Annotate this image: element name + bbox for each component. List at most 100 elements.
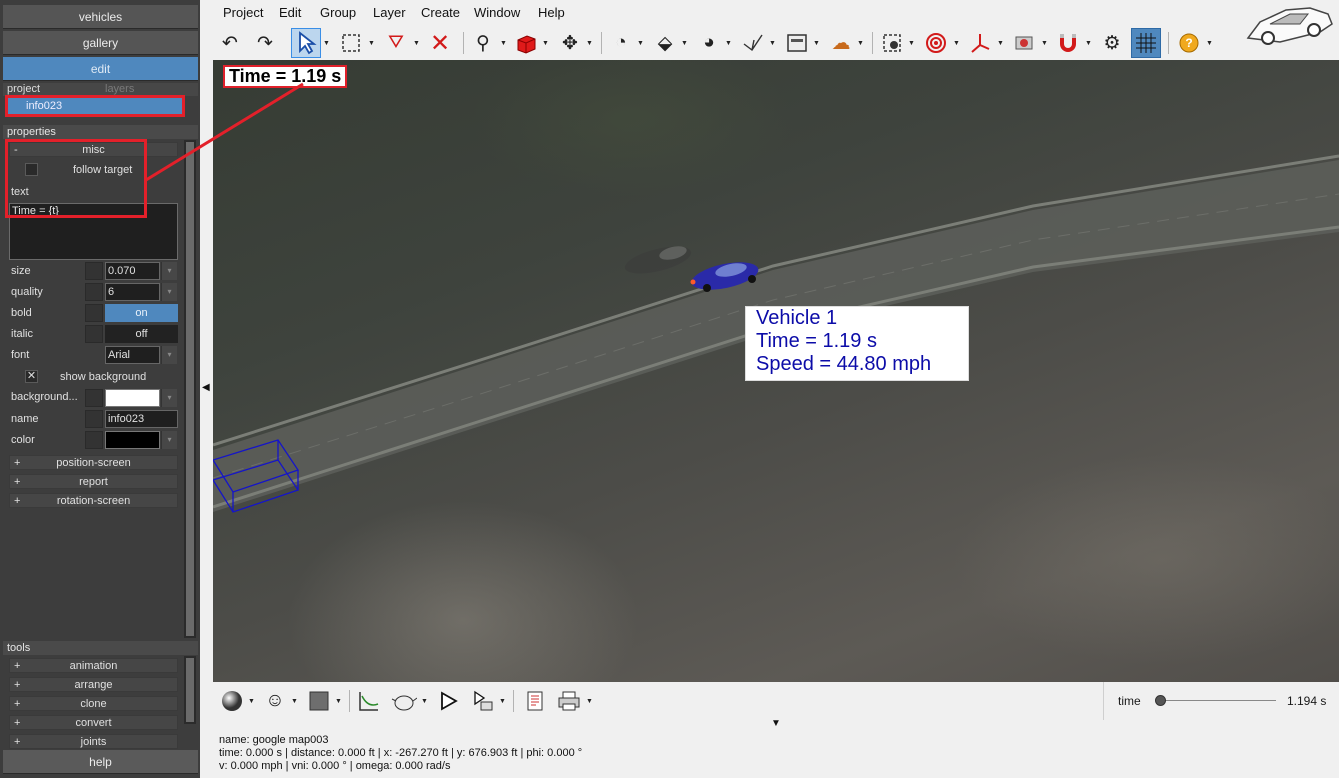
tools-scrollbar[interactable] — [184, 656, 196, 724]
menu-project[interactable]: Project — [223, 5, 263, 20]
teapot-dropdown-icon[interactable]: ▼ — [421, 698, 428, 705]
head-icon[interactable]: ☺ — [260, 686, 290, 716]
size-input[interactable]: 0.070 — [105, 262, 160, 280]
settings-icon[interactable]: ⚙ — [1097, 28, 1127, 58]
nav-gallery-button[interactable]: gallery — [3, 31, 198, 55]
polygon-dropdown-icon[interactable]: ▼ — [769, 40, 776, 47]
section-report[interactable]: + report — [9, 474, 178, 489]
print-dropdown-icon[interactable]: ▼ — [586, 698, 593, 705]
filter-select-icon[interactable]: ⛛ — [381, 28, 411, 58]
axis-dropdown-icon[interactable]: ▼ — [997, 40, 1004, 47]
show-background-checkbox[interactable]: ✕ — [25, 370, 38, 383]
background-side-button[interactable] — [85, 389, 103, 407]
name-side-button[interactable] — [85, 410, 103, 428]
quality-spin[interactable]: ▾ — [161, 283, 177, 301]
nav-edit-button[interactable]: edit — [3, 57, 198, 81]
graph-icon[interactable] — [354, 686, 384, 716]
nav-vehicles-button[interactable]: vehicles — [3, 5, 198, 29]
target-icon[interactable] — [921, 28, 951, 58]
tool-clone[interactable]: + clone — [9, 696, 178, 711]
tool-joints[interactable]: + joints — [9, 734, 178, 749]
undo-icon[interactable]: ↶ — [215, 28, 245, 58]
rect-select-icon[interactable] — [336, 28, 366, 58]
filter-dropdown-icon[interactable]: ▼ — [413, 40, 420, 47]
menu-help[interactable]: Help — [538, 5, 565, 20]
render-dropdown-icon[interactable]: ▼ — [1041, 40, 1048, 47]
tool-arrange[interactable]: + arrange — [9, 677, 178, 692]
italic-toggle[interactable]: off — [105, 325, 178, 343]
move-icon[interactable]: ✥ — [555, 28, 585, 58]
cube-dropdown-icon[interactable]: ▼ — [542, 40, 549, 47]
menu-create[interactable]: Create — [421, 5, 460, 20]
play-icon[interactable] — [433, 686, 463, 716]
tool-convert[interactable]: + convert — [9, 715, 178, 730]
name-input[interactable]: info023 — [105, 410, 178, 428]
grid-icon[interactable] — [1131, 28, 1161, 58]
camera-target-icon[interactable] — [877, 28, 907, 58]
section-position-screen[interactable]: + position-screen — [9, 455, 178, 470]
select-dropdown-icon[interactable]: ▼ — [323, 40, 330, 47]
tool-animation[interactable]: + animation — [9, 658, 178, 673]
target-dropdown-icon[interactable]: ▼ — [953, 40, 960, 47]
zoom-icon[interactable]: ⚲ — [468, 28, 498, 58]
color-box-icon[interactable] — [304, 686, 334, 716]
polygon-icon[interactable] — [738, 28, 768, 58]
print-icon[interactable] — [554, 686, 584, 716]
magnet-dropdown-icon[interactable]: ▼ — [1085, 40, 1092, 47]
color-dropdown[interactable]: ▾ — [161, 431, 177, 449]
font-dropdown[interactable]: ▾ — [161, 346, 177, 364]
help-button[interactable]: help — [3, 750, 198, 774]
select-arrow-icon[interactable] — [291, 28, 321, 58]
time-overlay-label[interactable]: Time = 1.19 s — [223, 65, 348, 88]
cube-icon[interactable] — [511, 28, 541, 58]
menu-layer[interactable]: Layer — [373, 5, 406, 20]
color-side-button[interactable] — [85, 431, 103, 449]
menu-edit[interactable]: Edit — [279, 5, 301, 20]
sequence-icon[interactable] — [468, 686, 498, 716]
report-icon[interactable] — [520, 686, 550, 716]
menu-group[interactable]: Group — [320, 5, 356, 20]
splat-dropdown-icon[interactable]: ▼ — [857, 40, 864, 47]
camera-target-dropdown-icon[interactable]: ▼ — [908, 40, 915, 47]
head-dropdown-icon[interactable]: ▼ — [291, 698, 298, 705]
color-box-dropdown-icon[interactable]: ▼ — [335, 698, 342, 705]
panel-collapse-arrow-icon[interactable]: ◀ — [202, 382, 210, 393]
rect-select-dropdown-icon[interactable]: ▼ — [368, 40, 375, 47]
font-select[interactable]: Arial — [105, 346, 160, 364]
bold-toggle[interactable]: on — [105, 304, 178, 322]
delete-icon[interactable]: ✕ — [425, 28, 455, 58]
dial-icon[interactable]: ◕ — [694, 28, 724, 58]
tab-project[interactable]: project — [7, 83, 40, 95]
sequence-dropdown-icon[interactable]: ▼ — [499, 698, 506, 705]
properties-scrollbar[interactable] — [184, 140, 196, 638]
help-dropdown-icon[interactable]: ▼ — [1206, 40, 1213, 47]
menu-window[interactable]: Window — [474, 5, 520, 20]
size-spin[interactable]: ▾ — [161, 262, 177, 280]
dial-dropdown-icon[interactable]: ▼ — [725, 40, 732, 47]
zoom-dropdown-icon[interactable]: ▼ — [500, 40, 507, 47]
size-side-button[interactable] — [85, 262, 103, 280]
background-color-swatch[interactable] — [105, 389, 160, 407]
tab-layers[interactable]: layers — [105, 83, 134, 95]
material-dropdown-icon[interactable]: ▼ — [248, 698, 255, 705]
3d-viewport[interactable]: Time = 1.19 s Vehicle 1 Time = 1.19 s Sp… — [213, 60, 1339, 682]
section-rotation-screen[interactable]: + rotation-screen — [9, 493, 178, 508]
time-slider-track[interactable] — [1160, 700, 1276, 701]
material-sphere-icon[interactable] — [217, 686, 247, 716]
color-swatch[interactable] — [105, 431, 160, 449]
background-dropdown[interactable]: ▾ — [161, 389, 177, 407]
panel-icon[interactable] — [782, 28, 812, 58]
redo-icon[interactable]: ↷ — [250, 28, 280, 58]
splat-icon[interactable]: ☁ — [826, 28, 856, 58]
bold-side-button[interactable] — [85, 304, 103, 322]
italic-side-button[interactable] — [85, 325, 103, 343]
vehicle-info-box[interactable]: Vehicle 1 Time = 1.19 s Speed = 44.80 mp… — [745, 306, 969, 381]
ruler-icon[interactable]: ⬙ — [650, 28, 680, 58]
quality-input[interactable]: 6 — [105, 283, 160, 301]
properties-scroll-thumb[interactable] — [186, 142, 194, 636]
render-icon[interactable] — [1009, 28, 1039, 58]
time-slider-thumb[interactable] — [1155, 695, 1166, 706]
ruler-dropdown-icon[interactable]: ▼ — [681, 40, 688, 47]
quality-side-button[interactable] — [85, 283, 103, 301]
magnet-icon[interactable] — [1053, 28, 1083, 58]
